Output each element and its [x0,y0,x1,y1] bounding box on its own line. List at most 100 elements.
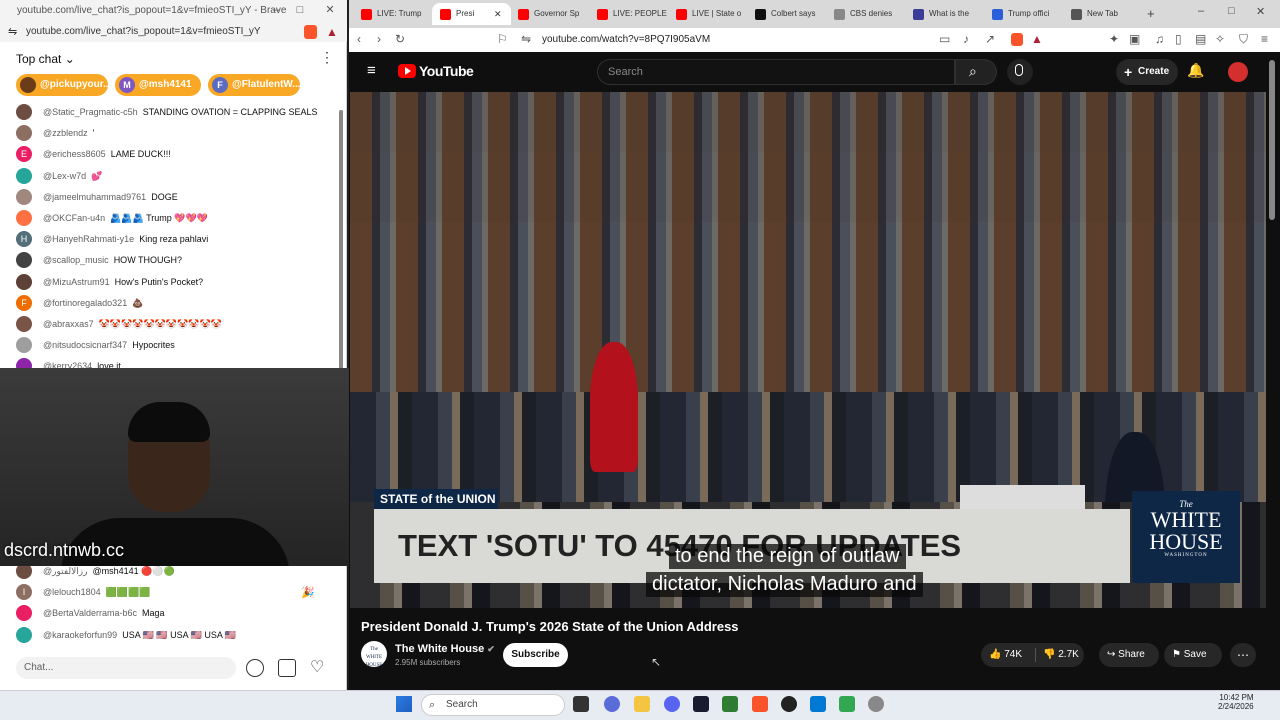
settings-icon[interactable] [868,696,884,712]
chat-urlbar[interactable]: ⇋ youtube.com/live_chat?is_popout=1&v=fm… [0,22,347,42]
pinned-pill[interactable]: M @msh4141 [115,74,201,96]
chat-author[interactable]: @Lex-w7d 💕 [43,168,102,184]
extensions-icon[interactable]: ✦ [1109,32,1119,46]
brave-shield-icon[interactable] [1011,33,1023,46]
app-icon[interactable] [722,696,738,712]
avatar[interactable] [16,167,32,184]
wallet-icon[interactable]: ▣ [1129,32,1140,46]
more-options-icon[interactable]: ⋮ [320,49,334,66]
heart-icon[interactable]: ♡ [310,657,324,677]
page-scrollbar[interactable] [1268,60,1276,680]
save-button[interactable]: ⚑ Save [1164,643,1222,667]
avatar[interactable]: E [16,146,32,163]
chat-author[interactable]: @Static_Pragmatic-c5h STANDING OVATION =… [43,104,317,120]
browser-tab[interactable]: LIVE: PEOPLE [589,3,668,25]
minimize-icon[interactable]: – [1198,5,1204,17]
leo-ai-icon[interactable]: ✧ [1215,32,1225,46]
chat-author[interactable]: @MizuAstrum91 How's Putin's Pocket? [43,274,203,290]
chat-author[interactable]: @erichess8605 LAME DUCK!!! [43,146,171,162]
back-icon[interactable]: ‹ [357,32,361,46]
close-icon[interactable]: ✕ [322,2,338,18]
taskbar-search[interactable]: ⌕ Search [421,694,565,716]
forward-icon[interactable]: › [377,32,381,46]
avatar[interactable] [16,626,32,643]
browser-tab[interactable]: Governor Sp [510,3,589,25]
site-settings-icon[interactable]: ⇋ [521,32,531,46]
browser-tab[interactable]: New Tab [1063,3,1142,25]
avatar[interactable] [16,252,32,269]
voice-search-button[interactable] [1007,59,1033,85]
wallet-icon[interactable]: ▤ [1195,32,1206,46]
subscribe-button[interactable]: Subscribe [503,643,568,667]
search-button[interactable]: ⌕ [955,59,997,85]
avatar[interactable] [16,104,32,120]
maximize-icon[interactable]: □ [292,2,308,18]
chat-input[interactable]: Chat... [16,657,236,679]
avatar[interactable] [16,188,32,205]
hamburger-menu-icon[interactable]: ≡ [367,62,376,79]
cast-icon[interactable]: ▭ [939,32,950,46]
emoji-icon[interactable] [246,659,264,677]
brave-icon[interactable] [752,696,768,712]
pinned-pill[interactable]: @pickupyour... [16,74,108,96]
brave-shield-icon[interactable] [304,25,317,39]
more-actions-button[interactable]: ⋯ [1230,643,1256,667]
maximize-icon[interactable]: □ [1228,5,1235,17]
account-avatar[interactable] [1228,62,1248,82]
avatar[interactable] [16,337,32,354]
avatar[interactable] [16,125,32,142]
media-icon[interactable]: ♫ [1155,32,1164,46]
share-button[interactable]: ↪ Share [1099,643,1159,667]
reload-icon[interactable]: ↻ [395,32,405,46]
menu-icon[interactable]: ≡ [1261,32,1268,46]
browser-tab[interactable]: Trump offici [984,3,1063,25]
chat-author[interactable]: @scallop_music HOW THOUGH? [43,252,182,268]
file-explorer-icon[interactable] [634,696,650,712]
brave-rewards-icon[interactable]: ▲ [1031,32,1043,46]
browser-tab[interactable]: Colbert says [747,3,826,25]
share-page-icon[interactable]: ↗ [985,32,995,46]
browser-tab[interactable]: LIVE: Trump [353,3,432,25]
avatar[interactable]: H [16,231,32,248]
browser-tab[interactable]: CBS denies [826,3,905,25]
chat-author[interactable]: @nitsudocsicnarf347 Hypocrites [43,337,175,353]
browser-tab[interactable]: LIVE | State o [668,3,747,25]
app-icon[interactable] [810,696,826,712]
close-tab-icon[interactable]: ✕ [494,3,502,25]
vpn-icon[interactable]: ⛉ [1239,32,1248,47]
chat-author[interactable]: @BertaValderrama-b6c Maga [43,605,165,621]
chat-author[interactable]: @karaokeforfun99 USA 🇺🇸 🇺🇸 USA 🇺🇸 USA 🇺🇸 [43,627,236,643]
media-icon[interactable]: ♪ [963,32,969,46]
site-settings-icon[interactable]: ⇋ [8,25,17,38]
chat-author[interactable]: @jameelmuhammad9761 DOGE [43,189,178,205]
channel-avatar[interactable]: The WHITE HOUSE [361,641,387,668]
avatar[interactable]: F [16,294,32,311]
chat-author[interactable]: @zzblendz ' [43,125,94,141]
task-view-icon[interactable] [573,696,589,712]
avatar[interactable] [16,210,32,226]
super-chat-icon[interactable] [278,659,296,677]
like-button[interactable]: 👍 74K [989,649,1022,660]
minimize-icon[interactable]: – [268,2,284,18]
address-bar[interactable]: ‹ › ↻ ⚐ ⇋ youtube.com/watch?v=8PQ7I905aV… [349,28,1280,52]
youtube-logo-text[interactable]: YouTube [419,63,474,79]
chat-author[interactable]: @HanyehRahmati-y1e King reza pahlavi [43,231,208,247]
channel-name[interactable]: The White House ✔ [395,643,495,655]
brave-rewards-icon[interactable]: ▲ [326,25,338,39]
dislike-button[interactable]: 👎 2.7K [1043,649,1079,660]
chat-author[interactable]: @OKCFan-u4n 🫂🫂🫂 Trump 💖💖💖 [43,210,208,226]
discord-icon[interactable] [664,696,680,712]
top-chat-dropdown[interactable]: Top chat ⌄ [16,52,75,66]
browser-tab[interactable]: What is the [905,3,984,25]
sidebar-icon[interactable]: ▯ [1175,32,1182,46]
bookmark-icon[interactable]: ⚐ [497,32,508,46]
app-icon[interactable] [604,696,620,712]
chat-author[interactable]: @fortinoregalado321 💩 [43,295,143,311]
new-tab-icon[interactable]: + [1147,6,1155,21]
close-icon[interactable]: ✕ [1256,5,1265,18]
app-icon[interactable] [781,696,797,712]
avatar[interactable] [16,605,32,622]
browser-tab[interactable]: Presi ✕ [432,3,511,25]
pinned-pill[interactable]: F @FlatulentW... [208,74,300,96]
avatar[interactable] [16,316,32,332]
